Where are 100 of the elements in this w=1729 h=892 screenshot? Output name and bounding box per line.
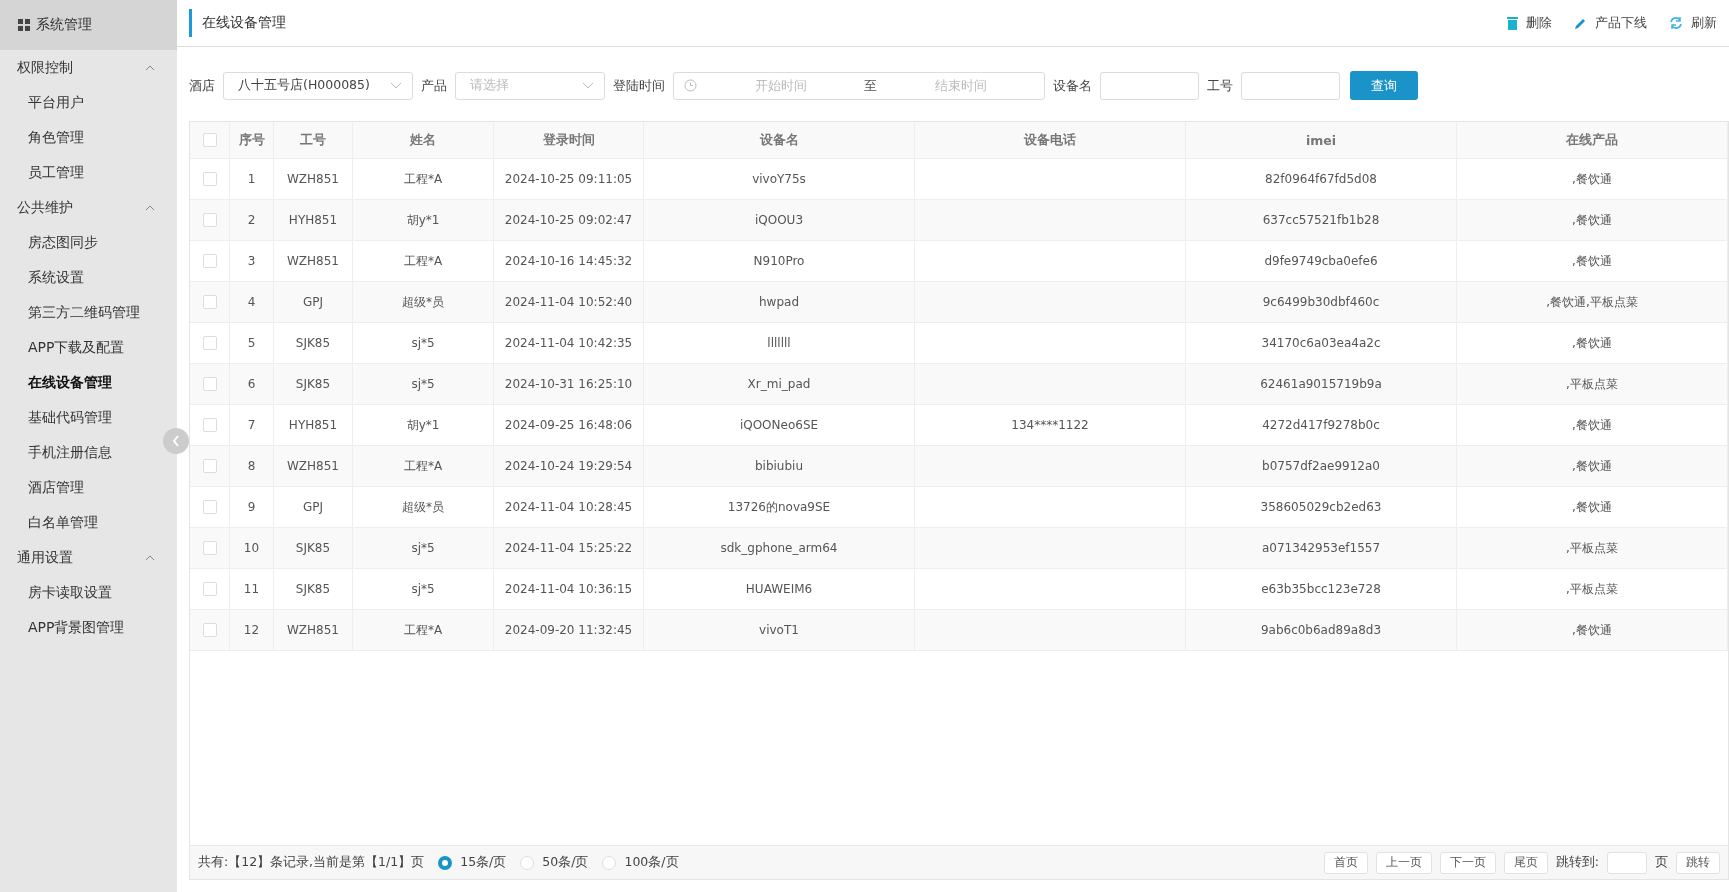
menu-item[interactable]: 员工管理 <box>28 155 84 190</box>
table-cell: 62461a9015719b9a <box>1186 364 1457 404</box>
page-size-radio[interactable] <box>438 855 453 870</box>
table-cell: 9 <box>230 487 274 527</box>
toolbar-button[interactable]: 删除 <box>1507 14 1552 32</box>
page-button[interactable]: 上一页 <box>1375 851 1432 874</box>
menu-item[interactable]: 基础代码管理 <box>28 400 112 435</box>
row-checkbox[interactable] <box>202 377 217 391</box>
row-checkbox[interactable] <box>202 172 217 186</box>
table-cell: 2024-10-25 09:02:47 <box>494 200 644 240</box>
table-cell: SJK85 <box>274 569 353 609</box>
field-label: 产品 <box>421 76 447 95</box>
table-cell: ,餐饮通 <box>1457 241 1728 281</box>
jump-button[interactable]: 跳转 <box>1676 851 1720 874</box>
table-cell: a071342953ef1557 <box>1186 528 1457 568</box>
row-checkbox[interactable] <box>202 459 217 473</box>
menu-item[interactable]: 酒店管理 <box>28 470 84 505</box>
row-checkbox[interactable] <box>202 336 217 350</box>
toolbar-button[interactable]: 产品下线 <box>1574 14 1647 32</box>
table-cell: HYH851 <box>274 405 353 445</box>
table-cell: lllllll <box>644 323 915 363</box>
row-checkbox[interactable] <box>202 254 217 268</box>
table-cell: 2024-11-04 10:42:35 <box>494 323 644 363</box>
table-cell: 7 <box>230 405 274 445</box>
table-cell: 13726的nova9SE <box>644 487 915 527</box>
grid-icon <box>18 19 30 31</box>
row-checkbox[interactable] <box>202 500 217 514</box>
menu-item[interactable]: APP下载及配置 <box>28 330 125 365</box>
page-input[interactable] <box>1607 851 1647 874</box>
table-cell: 2024-11-04 10:36:15 <box>494 569 644 609</box>
page-button[interactable]: 下一页 <box>1439 851 1496 874</box>
table-cell: 637cc57521fb1b28 <box>1186 200 1457 240</box>
row-checkbox[interactable] <box>202 623 217 637</box>
menu-group[interactable]: 公共维护 <box>0 190 177 225</box>
menu-item[interactable]: 系统设置 <box>28 260 84 295</box>
chevron-down-icon <box>390 82 402 89</box>
menu-item[interactable]: 房卡读取设置 <box>28 575 112 610</box>
menu-item[interactable]: 在线设备管理 <box>28 365 112 400</box>
row-checkbox[interactable] <box>202 418 217 432</box>
column-header: 设备名 <box>644 122 915 158</box>
refresh-icon <box>1669 16 1683 30</box>
chevron-down-icon <box>582 82 594 89</box>
menu-item[interactable]: APP背景图管理 <box>28 610 125 645</box>
table-cell: 2024-11-04 10:28:45 <box>494 487 644 527</box>
table-cell: 工程*A <box>353 159 494 199</box>
table-cell: GPJ <box>274 282 353 322</box>
table-cell: 2024-10-24 19:29:54 <box>494 446 644 486</box>
table-cell: 工程*A <box>353 241 494 281</box>
table-cell: 2024-10-31 16:25:10 <box>494 364 644 404</box>
date-range-field[interactable]: 开始时间 至 结束时间 <box>673 71 1045 100</box>
row-checkbox[interactable] <box>202 582 217 596</box>
menu-item[interactable]: 第三方二维码管理 <box>28 295 140 330</box>
table-cell: ,餐饮通 <box>1457 405 1728 445</box>
table-cell: 34170c6a03ea4a2c <box>1186 323 1457 363</box>
menu-group[interactable]: 权限控制 <box>0 50 177 85</box>
hotel-select[interactable]: 八十五号店(H000085) <box>223 71 413 100</box>
toolbar-button[interactable]: 刷新 <box>1669 14 1717 32</box>
menu-item[interactable]: 角色管理 <box>28 120 84 155</box>
column-header: imei <box>1186 122 1457 158</box>
page-size-label: 15条/页 <box>460 854 507 871</box>
table-cell: 82f0964f67fd5d08 <box>1186 159 1457 199</box>
table-cell: 超级*员 <box>353 487 494 527</box>
column-header: 在线产品 <box>1457 122 1728 158</box>
table-cell: iQOOU3 <box>644 200 915 240</box>
table-cell: 2024-10-16 14:45:32 <box>494 241 644 281</box>
menu-item[interactable]: 平台用户 <box>28 85 84 120</box>
field-label: 酒店 <box>189 76 215 95</box>
table-cell: Xr_mi_pad <box>644 364 915 404</box>
menu-item[interactable]: 白名单管理 <box>28 505 98 540</box>
table-cell: 11 <box>230 569 274 609</box>
device-name-input[interactable] <box>1100 71 1199 100</box>
page-button[interactable]: 首页 <box>1323 851 1368 874</box>
table-cell: ,平板点菜 <box>1457 569 1728 609</box>
table-cell: 工程*A <box>353 610 494 650</box>
table-cell: iQOONeo6SE <box>644 405 915 445</box>
menu-item[interactable]: 房态图同步 <box>28 225 98 260</box>
table-cell: 工程*A <box>353 446 494 486</box>
table-cell: 9ab6c0b6ad89a8d3 <box>1186 610 1457 650</box>
page-size-label: 100条/页 <box>624 854 679 871</box>
page-unit: 页 <box>1655 854 1668 871</box>
row-checkbox[interactable] <box>202 213 217 227</box>
sidebar-title: 系统管理 <box>36 16 92 34</box>
employee-no-input[interactable] <box>1241 71 1340 100</box>
table-cell: ,平板点菜 <box>1457 364 1728 404</box>
table-cell: GPJ <box>274 487 353 527</box>
row-checkbox[interactable] <box>202 541 217 555</box>
chevron-up-icon <box>145 204 155 211</box>
menu-item[interactable]: 手机注册信息 <box>28 435 112 470</box>
row-checkbox[interactable] <box>202 295 217 309</box>
table-cell: bibiubiu <box>644 446 915 486</box>
menu-group[interactable]: 通用设置 <box>0 540 177 575</box>
table-cell: ,餐饮通,平板点菜 <box>1457 282 1728 322</box>
field-label: 工号 <box>1207 76 1233 95</box>
column-header: 登录时间 <box>494 122 644 158</box>
page-button[interactable]: 尾页 <box>1503 851 1548 874</box>
chevron-up-icon <box>145 64 155 71</box>
column-header: 工号 <box>274 122 353 158</box>
table-cell: sj*5 <box>353 323 494 363</box>
collapse-handle[interactable] <box>163 428 189 454</box>
select-all-checkbox[interactable] <box>202 133 217 147</box>
